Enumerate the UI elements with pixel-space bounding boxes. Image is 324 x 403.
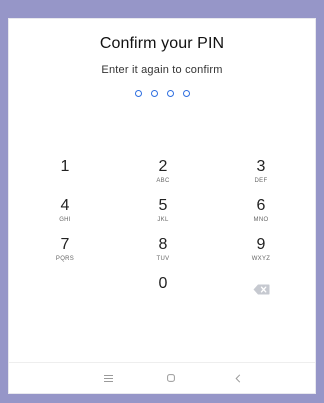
key-blank [9, 275, 121, 310]
key-digit: 1 [60, 158, 70, 175]
key-1[interactable]: 1 [9, 158, 121, 193]
key-letters: MNO [253, 217, 269, 223]
key-letters: PQRS [55, 256, 75, 262]
key-letters: TUV [156, 256, 170, 262]
home-button[interactable] [164, 372, 178, 384]
back-button[interactable] [231, 372, 245, 384]
key-letters: GHI [59, 217, 71, 223]
key-5[interactable]: 5 JKL [121, 197, 205, 232]
key-7[interactable]: 7 PQRS [9, 236, 121, 271]
key-digit: 3 [256, 158, 266, 175]
key-letters: DEF [254, 178, 268, 184]
key-3[interactable]: 3 DEF [205, 158, 317, 193]
key-8[interactable]: 8 TUV [121, 236, 205, 271]
key-9[interactable]: 9 WXYZ [205, 236, 317, 271]
key-digit: 6 [256, 197, 266, 214]
key-digit: 0 [158, 275, 168, 292]
key-digit: 9 [256, 236, 266, 253]
backspace-icon [253, 284, 270, 295]
key-digit: 8 [158, 236, 168, 253]
pin-indicator [9, 90, 315, 97]
pin-dot [150, 90, 158, 97]
number-keypad: 1 2 ABC 3 DEF 4 GHI 5 JKL 6 MNO 7 PQRS 8 [9, 158, 317, 310]
key-digit: 7 [60, 236, 70, 253]
system-nav-bar [9, 362, 315, 393]
recent-apps-icon [103, 374, 113, 382]
key-digit: 5 [158, 197, 168, 214]
page-subtitle: Enter it again to confirm [101, 64, 223, 76]
key-digit: 4 [60, 197, 70, 214]
key-letters: JKL [157, 217, 169, 223]
home-icon [167, 374, 175, 382]
key-digit: 2 [158, 158, 168, 175]
page-title: Confirm your PIN [99, 35, 225, 52]
pin-dot [166, 90, 174, 97]
key-0[interactable]: 0 [121, 275, 205, 310]
pin-dot [134, 90, 142, 97]
key-2[interactable]: 2 ABC [121, 158, 205, 193]
recent-apps-button[interactable] [101, 372, 115, 384]
key-letters: WXYZ [251, 256, 271, 262]
back-icon [235, 373, 241, 383]
key-letters: ABC [156, 178, 170, 184]
pin-confirm-screen: Confirm your PIN Enter it again to confi… [8, 18, 316, 394]
backspace-button[interactable] [205, 275, 317, 310]
key-6[interactable]: 6 MNO [205, 197, 317, 232]
key-4[interactable]: 4 GHI [9, 197, 121, 232]
pin-dot [182, 90, 190, 97]
